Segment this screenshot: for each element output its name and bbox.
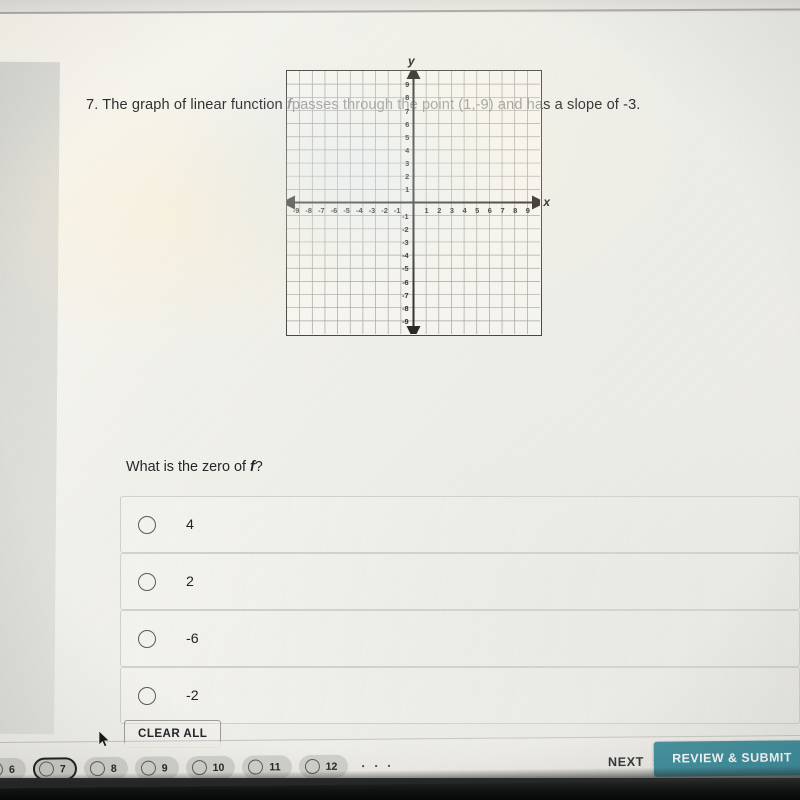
coordinate-graph: y x -9 -8 -7 -6 -5 -4 -3 -2 -1 1 2 3 4 5 6 7 8 9 9 8 7 6 5 4 3 2 1… — [280, 54, 550, 344]
graph-tick-label: 8 — [513, 205, 518, 215]
answer-options-list: 4 2 -6 -2 — [120, 496, 800, 724]
graph-tick-label: 2 — [437, 205, 442, 215]
question-stem-text-1: The graph of linear function — [102, 97, 283, 113]
graph-tick-label: -1 — [393, 205, 401, 215]
graph-tick-label: -1 — [402, 211, 409, 221]
answer-option-label: -2 — [186, 687, 199, 704]
graph-tick-label: -2 — [402, 224, 409, 234]
graph-tick-label: -8 — [305, 205, 312, 215]
answer-option-row[interactable]: 2 — [120, 553, 800, 610]
answer-radio-button[interactable] — [138, 629, 156, 648]
graph-tick-label: -9 — [402, 316, 409, 326]
answer-option-row[interactable]: 4 — [120, 496, 800, 553]
answer-option-row[interactable]: -2 — [120, 667, 800, 724]
graph-tick-label: -7 — [318, 205, 325, 215]
answer-radio-button[interactable] — [138, 572, 156, 591]
answer-option-label: -6 — [186, 630, 199, 647]
question-content-area: 7. The graph of linear function fpasses … — [58, 14, 800, 748]
graph-tick-label: -5 — [402, 264, 409, 274]
graph-tick-label: 7 — [405, 106, 410, 116]
graph-tick-label: 8 — [405, 93, 410, 103]
sub-question-text-1: What is the zero of — [126, 459, 246, 475]
graph-tick-label: 1 — [405, 185, 410, 195]
answer-option-row[interactable]: -6 — [120, 610, 800, 667]
graph-tick-label: -4 — [402, 251, 409, 261]
graph-tick-label: 5 — [405, 132, 410, 142]
graph-tick-label: 2 — [405, 172, 410, 182]
sub-question-text-2: ? — [254, 459, 263, 475]
graph-tick-label: 7 — [500, 205, 505, 215]
graph-tick-label: -2 — [381, 205, 388, 215]
left-sidebar-panel — [0, 61, 60, 735]
sub-question-prompt: What is the zero of f? — [126, 459, 263, 475]
graph-tick-label: 9 — [525, 205, 530, 215]
graph-tick-label: 4 — [405, 146, 410, 155]
answer-option-label: 2 — [186, 573, 194, 590]
graph-tick-label: 3 — [449, 205, 454, 215]
graph-tick-label: 6 — [487, 205, 492, 215]
answer-radio-button[interactable] — [138, 515, 156, 534]
graph-tick-label: -3 — [368, 205, 376, 215]
graph-tick-label: -6 — [330, 205, 338, 215]
graph-grid-frame — [286, 70, 542, 336]
answer-radio-button[interactable] — [138, 686, 156, 705]
screen-photo: 7. The graph of linear function fpasses … — [0, 0, 800, 800]
graph-svg — [287, 71, 540, 334]
graph-tick-label: -3 — [402, 238, 409, 248]
graph-tick-label: -7 — [402, 290, 409, 300]
graph-tick-label: -4 — [356, 205, 363, 215]
graph-tick-label: -9 — [292, 205, 300, 215]
graph-tick-label: 6 — [405, 119, 410, 129]
graph-tick-label: -5 — [343, 205, 350, 215]
bottom-bezel — [0, 778, 800, 800]
graph-tick-label: -8 — [402, 303, 409, 313]
question-number: 7. — [86, 97, 99, 113]
graph-tick-label: 1 — [424, 205, 429, 215]
graph-tick-label: 5 — [475, 205, 480, 215]
answer-option-label: 4 — [186, 516, 194, 533]
graph-tick-label: -6 — [402, 277, 409, 287]
graph-tick-label: 9 — [405, 80, 410, 90]
graph-tick-label: 3 — [405, 159, 410, 169]
x-axis-label: x — [543, 195, 550, 209]
next-button-label: NEXT — [607, 754, 645, 769]
graph-tick-label: 4 — [462, 205, 467, 215]
y-axis-label: y — [408, 54, 415, 68]
